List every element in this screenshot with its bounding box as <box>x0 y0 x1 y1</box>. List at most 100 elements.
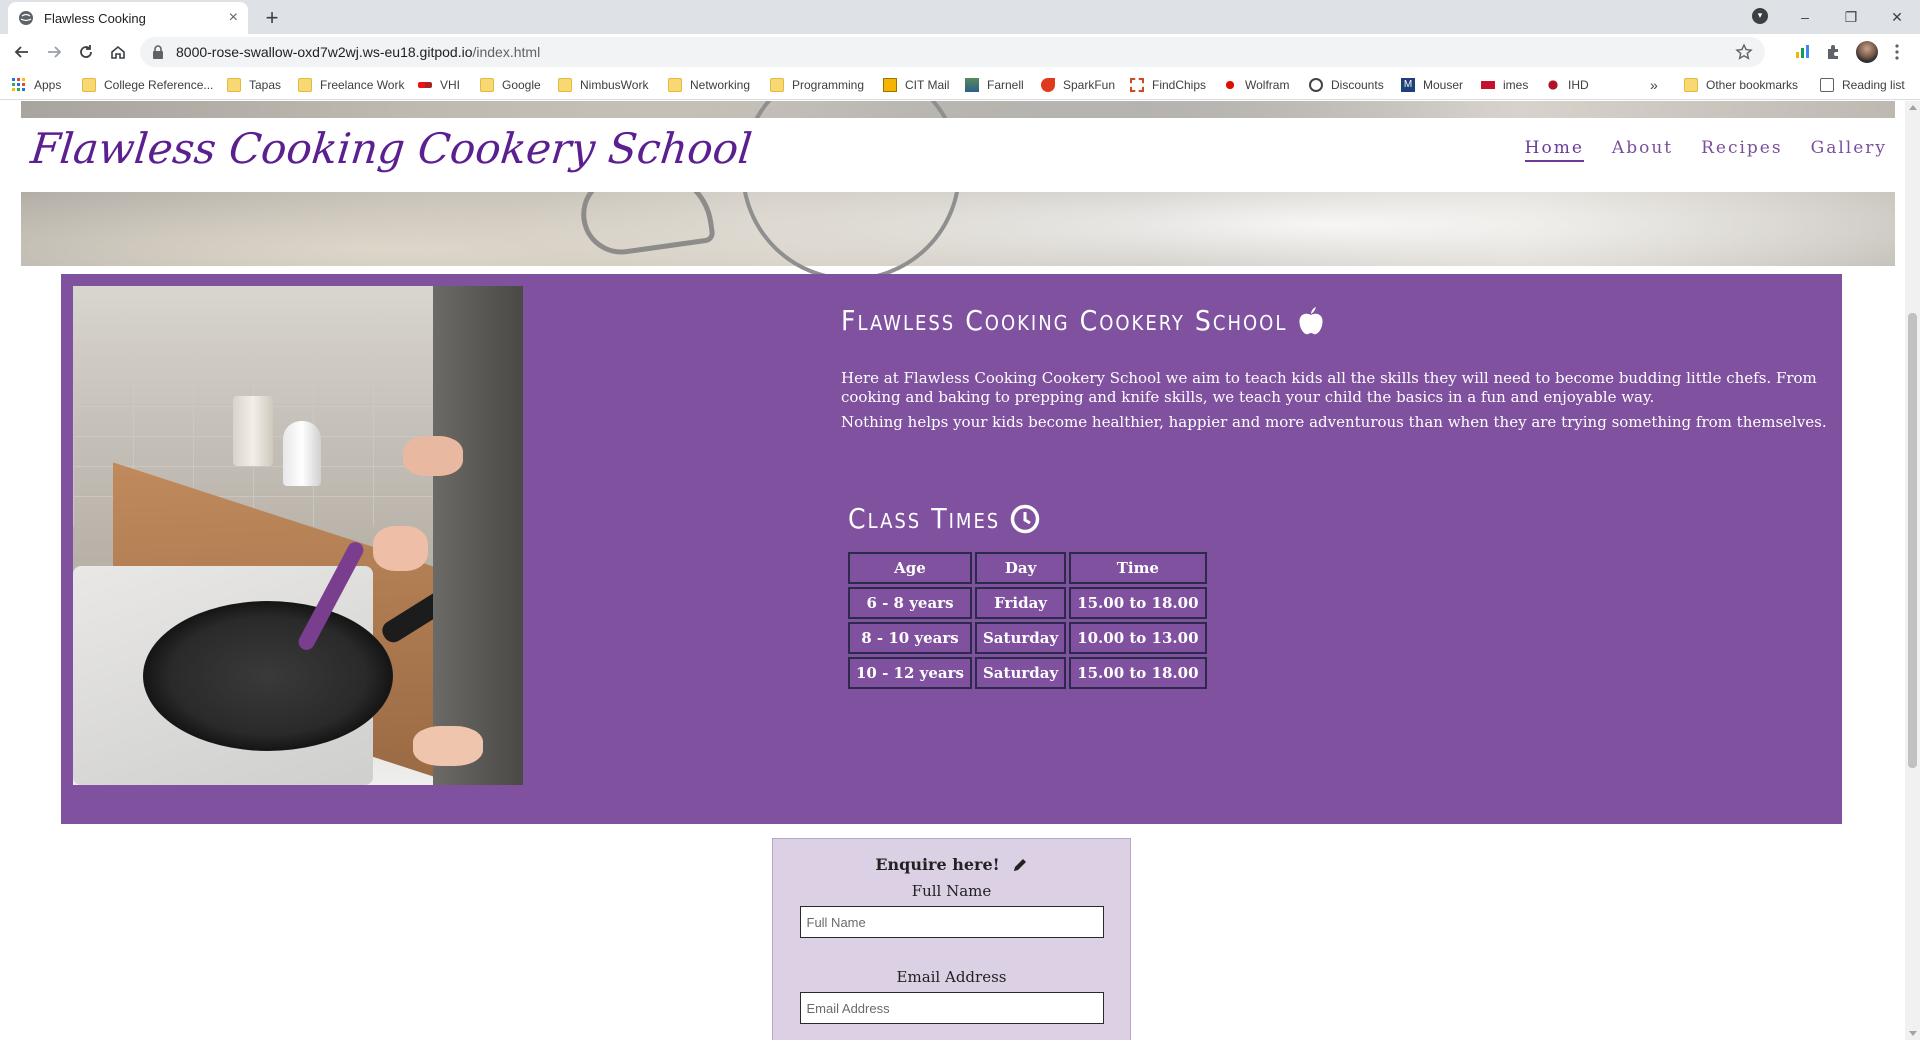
tab-search-icon[interactable]: ▾ <box>1752 8 1768 24</box>
intro-section: Flawless Cooking Cookery School Here at … <box>61 274 1842 824</box>
bookmark-tapas[interactable]: Tapas <box>227 76 281 94</box>
back-arrow-icon <box>14 46 28 58</box>
clock-icon <box>1010 504 1040 533</box>
farnell-icon <box>965 78 979 92</box>
class-times-table: Age Day Time 6 - 8 years Friday 15.00 to… <box>845 549 1210 692</box>
mouser-icon: M <box>1401 78 1415 92</box>
home-button[interactable] <box>104 38 132 66</box>
scroll-down-arrow-icon[interactable] <box>1909 1031 1917 1036</box>
bookmarks-bar: Apps College Reference... Tapas Freelanc… <box>0 70 1920 100</box>
bookmark-nimbuswork[interactable]: NimbusWork <box>558 76 648 94</box>
bookmark-networking[interactable]: Networking <box>668 76 750 94</box>
nav-about[interactable]: About <box>1612 138 1673 162</box>
lock-icon <box>153 45 163 59</box>
folder-icon <box>82 78 96 92</box>
wolfram-star-icon <box>1223 78 1237 92</box>
chip-icon <box>1130 78 1144 92</box>
table-row: 8 - 10 years Saturday 10.00 to 13.00 <box>848 622 1207 654</box>
back-button[interactable] <box>8 38 36 66</box>
time-cell: 15.00 to 18.00 <box>1069 587 1207 619</box>
folder-icon <box>227 78 241 92</box>
sparkfun-flame-icon <box>1041 78 1055 92</box>
bookmark-google[interactable]: Google <box>480 76 541 94</box>
bookmark-college-reference[interactable]: College Reference... <box>82 76 213 94</box>
column-header-day: Day <box>974 552 1067 584</box>
address-bar[interactable]: 8000-rose-swallow-oxd7w2wj.ws-eu18.gitpo… <box>140 37 1765 67</box>
apps-grid-icon <box>12 78 25 91</box>
discount-icon <box>1309 78 1323 92</box>
cooking-photo <box>73 286 523 785</box>
bookmark-findchips[interactable]: FindChips <box>1130 76 1206 94</box>
nav-recipes[interactable]: Recipes <box>1701 138 1783 162</box>
url-host: 8000-rose-swallow-oxd7w2wj.ws-eu18.gitpo… <box>176 44 473 60</box>
site-header: Flawless Cooking Cookery School Home Abo… <box>21 118 1895 192</box>
forward-button[interactable] <box>40 38 68 66</box>
profile-avatar[interactable] <box>1856 41 1878 63</box>
bookmark-mouser[interactable]: M Mouser <box>1401 76 1463 94</box>
bookmark-farnell[interactable]: Farnell <box>965 76 1024 94</box>
nav-gallery[interactable]: Gallery <box>1811 138 1887 162</box>
reading-list-icon <box>1820 78 1834 92</box>
day-cell: Friday <box>974 587 1067 619</box>
full-name-label: Full Name <box>911 882 992 900</box>
day-cell: Saturday <box>974 622 1067 654</box>
time-cell: 15.00 to 18.00 <box>1069 657 1207 689</box>
extensions-puzzle-icon[interactable] <box>1824 43 1842 61</box>
menu-kebab-icon[interactable] <box>1888 43 1906 61</box>
analytics-extension-icon[interactable] <box>1793 43 1811 61</box>
table-row: 6 - 8 years Friday 15.00 to 18.00 <box>848 587 1207 619</box>
page-scrollbar[interactable] <box>1905 101 1920 1040</box>
bookmark-freelance-work[interactable]: Freelance Work <box>298 76 404 94</box>
reading-list-button[interactable]: Reading list <box>1820 76 1905 94</box>
bookmark-vhi[interactable]: VHI <box>418 76 460 94</box>
vhi-icon <box>418 82 432 88</box>
bookmark-discounts[interactable]: Discounts <box>1309 76 1384 94</box>
bookmark-cit-mail[interactable]: CIT Mail <box>883 76 949 94</box>
email-input[interactable] <box>799 992 1104 1024</box>
tab-title: Flawless Cooking <box>44 10 146 26</box>
email-label: Email Address <box>896 968 1007 986</box>
restore-button[interactable]: ❐ <box>1828 0 1874 34</box>
reload-icon <box>80 45 92 58</box>
bookmark-other[interactable]: Other bookmarks <box>1684 76 1798 94</box>
eet-icon <box>1481 81 1495 89</box>
full-name-input[interactable] <box>799 906 1104 938</box>
folder-icon <box>668 78 682 92</box>
reload-button[interactable] <box>72 38 100 66</box>
scroll-up-arrow-icon[interactable] <box>1909 105 1917 110</box>
bookmark-wolfram[interactable]: Wolfram <box>1223 76 1289 94</box>
site-brand[interactable]: Flawless Cooking Cookery School <box>28 124 754 173</box>
bookmark-apps[interactable]: Apps <box>12 76 61 94</box>
bookmark-sparkfun[interactable]: SparkFun <box>1041 76 1115 94</box>
mail-icon <box>883 78 897 92</box>
url-path: /index.html <box>472 44 541 60</box>
bookmark-programming[interactable]: Programming <box>770 76 864 94</box>
home-icon <box>111 45 125 59</box>
minimize-button[interactable]: – <box>1782 0 1828 34</box>
browser-tab[interactable]: Flawless Cooking × <box>8 2 248 34</box>
main-nav: Home About Recipes Gallery <box>1524 138 1887 162</box>
page-viewport: Flawless Cooking Cookery School Home Abo… <box>0 101 1905 1040</box>
bookmarks-overflow-button[interactable]: » <box>1650 76 1658 94</box>
age-cell: 6 - 8 years <box>848 587 972 619</box>
new-tab-button[interactable]: + <box>258 4 286 32</box>
intro-heading: Flawless Cooking Cookery School <box>841 304 1841 337</box>
age-cell: 10 - 12 years <box>848 657 972 689</box>
bookmark-imes[interactable]: imes <box>1481 76 1528 94</box>
column-header-time: Time <box>1069 552 1207 584</box>
bookmark-star-icon[interactable] <box>1735 43 1753 61</box>
close-window-button[interactable]: ✕ <box>1874 0 1920 34</box>
ihd-icon <box>1546 78 1560 92</box>
nav-home[interactable]: Home <box>1524 138 1584 162</box>
class-times-section: Class Times Age Day Time 6 - 8 years Fri… <box>848 502 1210 692</box>
bookmark-ihd[interactable]: IHD <box>1546 76 1589 94</box>
tab-close-icon[interactable]: × <box>229 9 238 27</box>
folder-icon <box>480 78 494 92</box>
browser-tab-bar: Flawless Cooking × + ▾ – ❐ ✕ <box>0 0 1920 34</box>
globe-icon <box>19 11 33 25</box>
intro-text: Flawless Cooking Cookery School Here at … <box>841 304 1841 432</box>
age-cell: 8 - 10 years <box>848 622 972 654</box>
time-cell: 10.00 to 13.00 <box>1069 622 1207 654</box>
scrollbar-thumb[interactable] <box>1908 313 1917 768</box>
forward-arrow-icon <box>48 46 62 58</box>
